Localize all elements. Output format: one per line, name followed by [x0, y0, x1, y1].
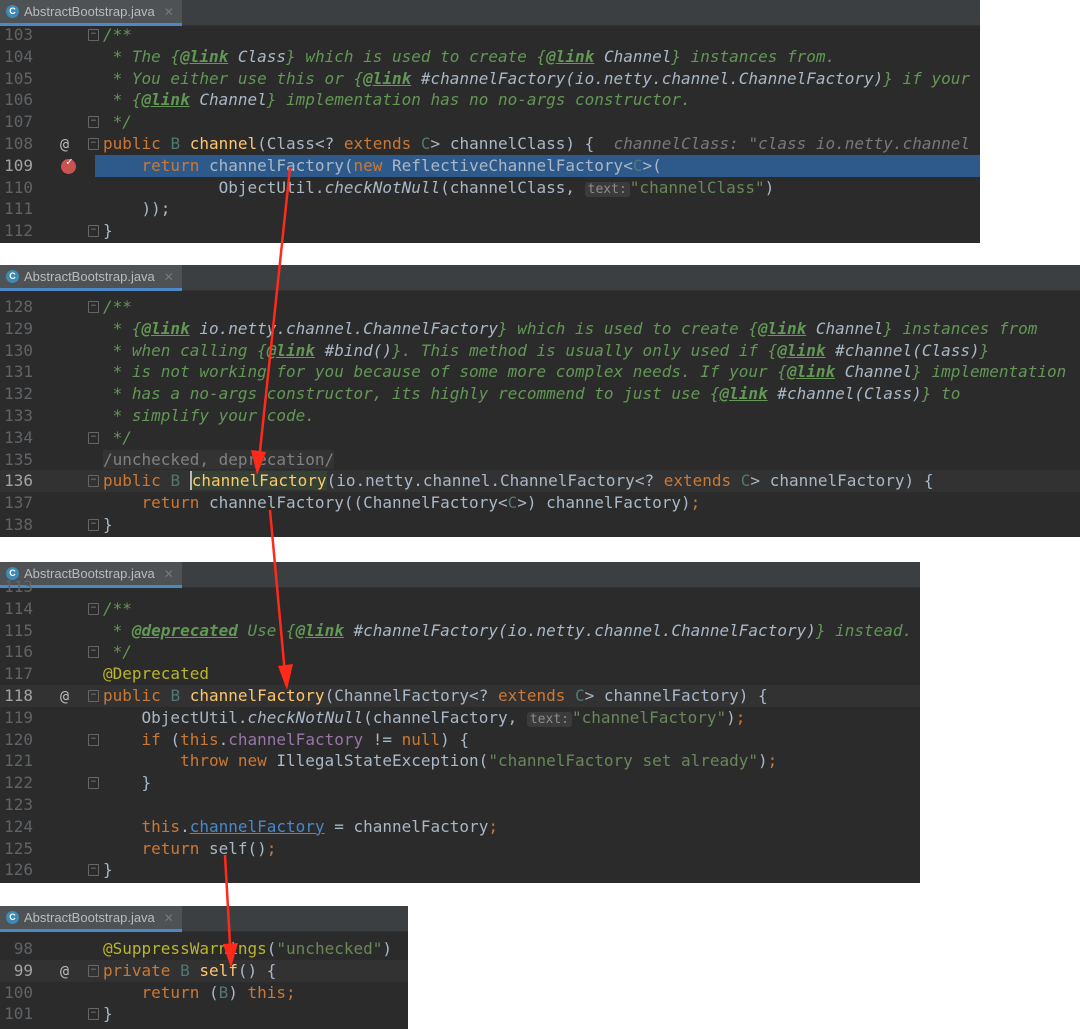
- arrow-3-head: [223, 943, 238, 968]
- arrow-1: [256, 167, 292, 471]
- flow-arrows: [223, 167, 293, 968]
- arrow-2: [268, 509, 288, 686]
- arrow-2-head: [278, 664, 293, 690]
- arrow-1-head: [251, 450, 266, 475]
